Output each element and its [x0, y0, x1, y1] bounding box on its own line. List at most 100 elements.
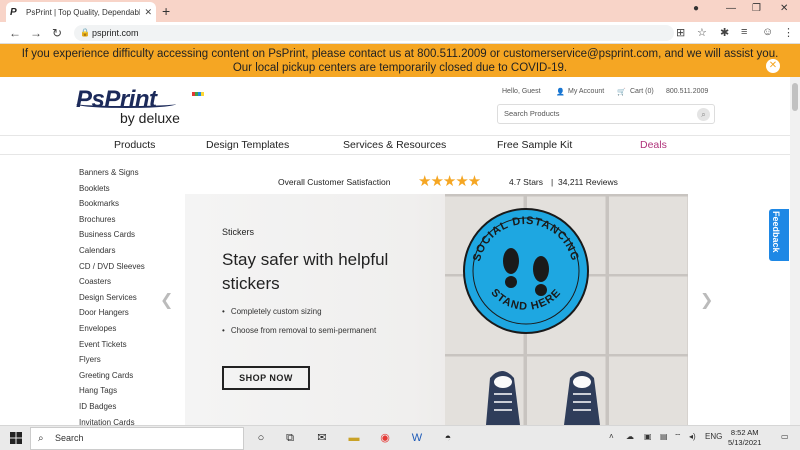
taskbar-search-input[interactable]: ⌕ Search [30, 427, 244, 450]
windows-taskbar: ⌕ Search ○ ⧉ ✉ ▬ ◉ W ◓ ˄ ☁ ▣ ▤ ⌔ ◂) ENG … [0, 425, 800, 450]
page-scrollbar[interactable] [790, 77, 800, 425]
star-rating-icon: ★★★★★ [418, 173, 481, 190]
notice-line-2: Our local pickup centers are temporarily… [232, 62, 568, 74]
minimize-icon[interactable]: — [726, 3, 736, 14]
browser-tab[interactable]: P PsPrint | Top Quality, Dependable ✕ [6, 2, 156, 22]
hero-bullets: Completely custom sizing Choose from rem… [222, 307, 376, 345]
category-item[interactable]: Calendars [79, 246, 145, 262]
category-item[interactable]: Brochures [79, 215, 145, 231]
close-notice-icon[interactable]: ✕ [766, 59, 780, 73]
hero-banner: Stickers Stay safer with helpful sticker… [185, 194, 688, 425]
file-explorer-icon[interactable]: ▬ [346, 431, 362, 445]
psprint-logo[interactable]: PsPrint by deluxe [76, 86, 204, 128]
cortana-icon[interactable]: ○ [253, 431, 269, 445]
url-field[interactable]: 🔒 psprint.com [74, 25, 674, 41]
back-icon[interactable]: ← [9, 26, 21, 40]
volume-icon[interactable]: ◂) [689, 432, 696, 441]
menu-icon[interactable]: ⋮ [783, 26, 794, 39]
windows-start-icon[interactable] [10, 432, 22, 444]
language-indicator[interactable]: ENG [705, 432, 722, 441]
profile-icon[interactable]: ● [693, 3, 699, 14]
cart-icon: 🛒 [617, 89, 626, 96]
category-item[interactable]: Envelopes [79, 324, 145, 340]
address-bar: ← → ↻ 🔒 psprint.com ⊞ ☆ ✱ ≡ ☺ ⋮ [0, 22, 800, 44]
notice-line-1: If you experience difficulty accessing c… [21, 48, 779, 60]
tray-chevron-icon[interactable]: ˄ [609, 432, 614, 441]
nav-design-templates[interactable]: Design Templates [206, 139, 289, 151]
tab-title: PsPrint | Top Quality, Dependable [26, 7, 141, 17]
logo-swoosh-icon [76, 100, 176, 108]
avatar-icon[interactable]: ☺ [762, 26, 773, 38]
category-list: Banners & Signs Booklets Bookmarks Broch… [79, 168, 145, 433]
main-nav: Products Design Templates Services & Res… [0, 135, 790, 155]
url-text: psprint.com [92, 28, 139, 38]
network-icon[interactable]: ▤ [660, 432, 668, 441]
user-icon: 👤 [556, 89, 565, 96]
shop-now-button[interactable]: SHOP NOW [222, 366, 310, 390]
search-input[interactable]: Search Products ⌕ [497, 104, 715, 124]
close-tab-icon[interactable]: ✕ [144, 7, 152, 18]
word-icon[interactable]: W [409, 431, 425, 445]
category-item[interactable]: Greeting Cards [79, 371, 145, 387]
bookmark-star-icon[interactable]: ☆ [697, 26, 707, 39]
my-account-link[interactable]: My Account [568, 88, 604, 95]
clock-date: 5/13/2021 [728, 438, 762, 447]
carousel-next-icon[interactable]: ❯ [700, 290, 713, 310]
close-window-icon[interactable]: ✕ [780, 3, 788, 14]
system-clock[interactable]: 8:52 AM 5/13/2021 [728, 428, 761, 448]
category-item[interactable]: Bookmarks [79, 199, 145, 215]
nav-products[interactable]: Products [114, 139, 155, 151]
search-icon[interactable]: ⌕ [697, 108, 710, 121]
translate-icon[interactable]: ⊞ [676, 26, 685, 39]
clock-time: 8:52 AM [730, 428, 759, 437]
extensions-icon[interactable]: ✱ [720, 26, 729, 39]
phone-number: 800.511.2009 [666, 88, 709, 95]
feedback-label: Feedback [771, 211, 781, 253]
category-item[interactable]: Banners & Signs [79, 168, 145, 184]
nav-services-resources[interactable]: Services & Resources [343, 139, 446, 151]
nav-deals[interactable]: Deals [640, 139, 667, 151]
cart-link[interactable]: Cart (0) [630, 88, 654, 95]
photos-icon[interactable]: ◓ [440, 431, 456, 445]
hero-bullet: Completely custom sizing [222, 307, 376, 326]
security-icon[interactable]: ▣ [644, 432, 652, 441]
reload-icon[interactable]: ↻ [52, 26, 62, 40]
category-item[interactable]: Hang Tags [79, 386, 145, 402]
chrome-icon[interactable]: ◉ [377, 431, 393, 445]
mail-icon[interactable]: ✉ [314, 431, 330, 445]
category-item[interactable]: Booklets [79, 184, 145, 200]
scrollbar-thumb[interactable] [792, 83, 798, 111]
reading-list-icon[interactable]: ≡ [741, 26, 747, 38]
new-tab-icon[interactable]: + [162, 3, 170, 19]
social-distancing-sticker-image: SOCIAL DISTANCING STAND HERE [463, 208, 589, 334]
taskbar-search-label: Search [55, 433, 84, 443]
category-item[interactable]: Business Cards [79, 230, 145, 246]
rating-separator: | [551, 177, 554, 187]
browser-titlebar: P PsPrint | Top Quality, Dependable ✕ + … [0, 0, 800, 22]
category-item[interactable]: Design Services [79, 293, 145, 309]
category-item[interactable]: Door Hangers [79, 308, 145, 324]
onedrive-icon[interactable]: ☁ [626, 432, 634, 441]
forward-icon[interactable]: → [30, 26, 42, 40]
search-icon: ⌕ [38, 433, 44, 444]
category-item[interactable]: Event Tickets [79, 340, 145, 356]
nav-free-sample-kit[interactable]: Free Sample Kit [497, 139, 572, 151]
reviews-count[interactable]: 34,211 Reviews [558, 177, 618, 187]
favicon-icon: P [10, 6, 17, 18]
task-view-icon[interactable]: ⧉ [282, 431, 298, 445]
category-item[interactable]: Coasters [79, 277, 145, 293]
notifications-icon[interactable]: ▭ [781, 432, 789, 441]
carousel-prev-icon[interactable]: ❮ [160, 290, 173, 310]
restore-icon[interactable]: ❐ [752, 3, 761, 14]
sneakers-image [486, 371, 600, 425]
lock-icon: 🔒 [80, 28, 90, 37]
category-item[interactable]: CD / DVD Sleeves [79, 262, 145, 278]
stars-text: 4.7 Stars [509, 177, 544, 187]
hero-tag: Stickers [222, 227, 255, 237]
feedback-tab[interactable]: Feedback [769, 209, 789, 261]
category-item[interactable]: Flyers [79, 355, 145, 371]
footprint-left-icon [503, 248, 519, 288]
category-item[interactable]: ID Badges [79, 402, 145, 418]
search-placeholder: Search Products [504, 109, 560, 118]
wifi-icon[interactable]: ⌔ [674, 432, 682, 442]
